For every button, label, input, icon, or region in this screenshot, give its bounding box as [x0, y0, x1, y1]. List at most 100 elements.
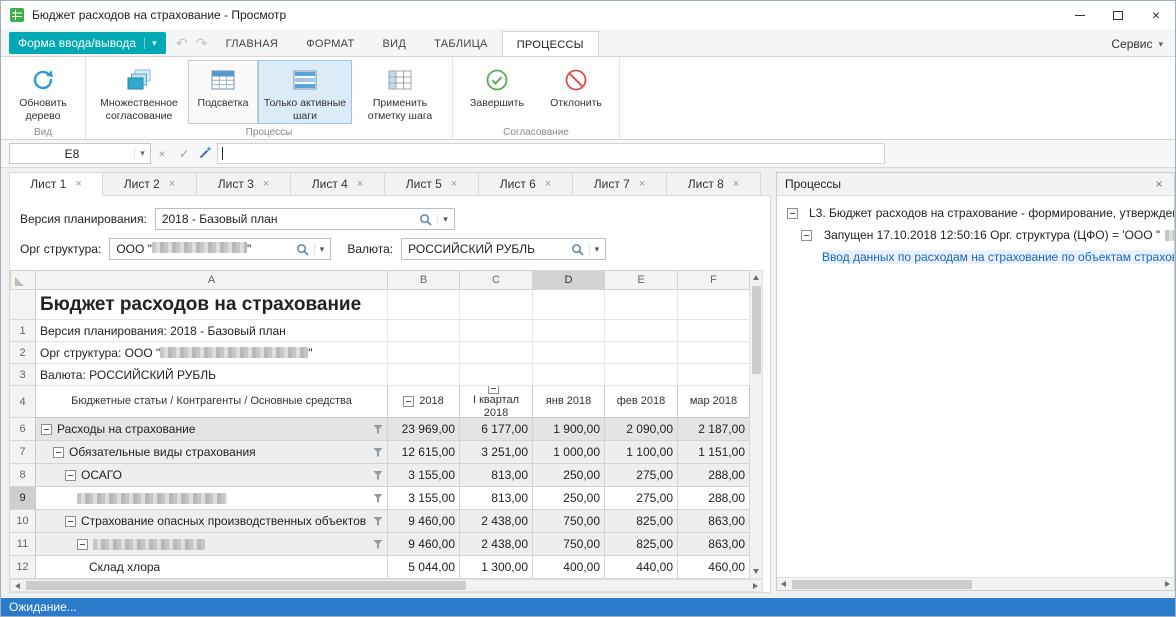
tab-glavnaya[interactable]: ГЛАВНАЯ [212, 32, 293, 56]
cell[interactable] [388, 290, 460, 320]
scroll-thumb[interactable] [752, 286, 761, 374]
row-header-selected[interactable]: 9 [10, 487, 36, 510]
col-header-b[interactable]: B [388, 270, 460, 290]
cell[interactable]: 813,00 [460, 487, 533, 510]
filter-icon[interactable] [373, 425, 383, 434]
cell[interactable]: 12 615,00 [388, 441, 460, 464]
wand-icon[interactable] [195, 144, 217, 163]
cell[interactable] [605, 342, 678, 364]
tab-format[interactable]: ФОРМАТ [292, 32, 368, 56]
cell[interactable] [678, 342, 750, 364]
cell[interactable]: фев 2018 [605, 386, 678, 418]
sheet-tab-4[interactable]: Лист 4× [291, 172, 385, 196]
grid-title-cell[interactable]: Бюджет расходов на страхование [36, 290, 388, 320]
collapse-icon[interactable] [403, 396, 414, 407]
cell[interactable]: Расходы на страхование [36, 418, 388, 441]
cell[interactable]: янв 2018 [533, 386, 605, 418]
cell[interactable]: 863,00 [678, 510, 750, 533]
h-scrollbar[interactable] [10, 579, 763, 592]
confirm-entry-icon[interactable]: ✓ [173, 147, 195, 161]
cell[interactable]: 9 460,00 [388, 533, 460, 556]
tree-item-selected[interactable]: Ввод данных по расходам на страхование п… [777, 246, 1174, 268]
cell[interactable]: 3 155,00 [388, 464, 460, 487]
row-header[interactable]: 4 [10, 386, 36, 418]
cell[interactable]: Страхование опасных производственных объ… [36, 510, 388, 533]
filter-icon[interactable] [373, 540, 383, 549]
close-icon[interactable]: × [357, 178, 363, 190]
row-header[interactable]: 8 [10, 464, 36, 487]
close-button[interactable]: × [1137, 1, 1175, 29]
scroll-up-icon[interactable] [750, 271, 763, 284]
row-header[interactable]: 3 [10, 364, 36, 386]
cell[interactable]: 1 300,00 [460, 556, 533, 579]
scroll-left-icon[interactable] [11, 579, 24, 592]
scroll-right-icon[interactable] [749, 579, 762, 592]
version-combobox[interactable]: 2018 - Базовый план ▾ [155, 208, 455, 230]
finish-button[interactable]: Завершить [457, 60, 537, 124]
sheet-tab-8[interactable]: Лист 8× [667, 172, 761, 196]
cell[interactable]: Орг структура: ООО "" [36, 342, 388, 364]
cell[interactable]: 23 969,00 [388, 418, 460, 441]
cell[interactable] [605, 320, 678, 342]
cell[interactable]: Валюта: РОССИЙСКИЙ РУБЛЬ [36, 364, 388, 386]
cell[interactable]: 825,00 [605, 533, 678, 556]
sheet-tab-2[interactable]: Лист 2× [103, 172, 197, 196]
cell[interactable]: 2 187,00 [678, 418, 750, 441]
row-header[interactable]: 2 [10, 342, 36, 364]
cell[interactable]: 2 438,00 [460, 533, 533, 556]
cell[interactable] [605, 290, 678, 320]
filter-icon[interactable] [373, 471, 383, 480]
close-icon[interactable]: × [545, 178, 551, 190]
col-header-e[interactable]: E [605, 270, 678, 290]
sheet-tab-5[interactable]: Лист 5× [385, 172, 479, 196]
cell[interactable]: 440,00 [605, 556, 678, 579]
row-header[interactable]: 11 [10, 533, 36, 556]
cell-name-box[interactable]: E8 ▾ [9, 143, 151, 164]
undo-button[interactable]: ↶ [172, 35, 192, 52]
reject-button[interactable]: Отклонить [537, 60, 615, 124]
cell[interactable]: 400,00 [533, 556, 605, 579]
tab-protsessy[interactable]: ПРОЦЕССЫ [502, 31, 599, 57]
cell[interactable] [388, 342, 460, 364]
cell[interactable]: 1 100,00 [605, 441, 678, 464]
tree-item[interactable]: L3. Бюджет расходов на страхование - фор… [777, 202, 1174, 224]
cell[interactable] [388, 364, 460, 386]
scroll-thumb[interactable] [792, 580, 972, 589]
cell[interactable]: 275,00 [605, 487, 678, 510]
scroll-down-icon[interactable] [750, 565, 763, 578]
cell[interactable]: Склад хлора [36, 556, 388, 579]
cell[interactable]: 250,00 [533, 464, 605, 487]
row-header[interactable]: 10 [10, 510, 36, 533]
collapse-icon[interactable] [41, 424, 52, 435]
maximize-button[interactable] [1099, 1, 1137, 29]
cell[interactable]: 9 460,00 [388, 510, 460, 533]
cell[interactable]: 2 090,00 [605, 418, 678, 441]
cell[interactable]: 250,00 [533, 487, 605, 510]
row-header[interactable]: 7 [10, 441, 36, 464]
h-scrollbar[interactable] [777, 577, 1174, 590]
chevron-down-icon[interactable]: ▾ [589, 244, 602, 255]
sheet-tab-3[interactable]: Лист 3× [197, 172, 291, 196]
row-header[interactable]: 12 [10, 556, 36, 579]
multi-approve-button[interactable]: Множественное согласование [90, 60, 188, 124]
scroll-right-icon[interactable] [1161, 578, 1174, 591]
col-header-f[interactable]: F [678, 270, 750, 290]
close-icon[interactable]: × [451, 178, 457, 190]
col-header-c[interactable]: C [460, 270, 533, 290]
cell[interactable] [460, 364, 533, 386]
chevron-down-icon[interactable]: ▾ [314, 244, 327, 255]
redo-button[interactable]: ↷ [192, 35, 212, 52]
cell[interactable]: 2018 [388, 386, 460, 418]
cell[interactable] [678, 364, 750, 386]
cell[interactable]: 2 438,00 [460, 510, 533, 533]
filter-icon[interactable] [373, 517, 383, 526]
cell[interactable]: 813,00 [460, 464, 533, 487]
cell[interactable]: 825,00 [605, 510, 678, 533]
tree-item[interactable]: Запущен 17.10.2018 12:50:16 Орг. структу… [777, 224, 1174, 246]
cell[interactable]: 1 151,00 [678, 441, 750, 464]
cell[interactable] [36, 533, 388, 556]
collapse-icon[interactable] [65, 516, 76, 527]
cell[interactable]: 1 900,00 [533, 418, 605, 441]
sheet-tab-1[interactable]: Лист 1× [9, 172, 103, 196]
select-all-corner[interactable] [10, 270, 36, 290]
